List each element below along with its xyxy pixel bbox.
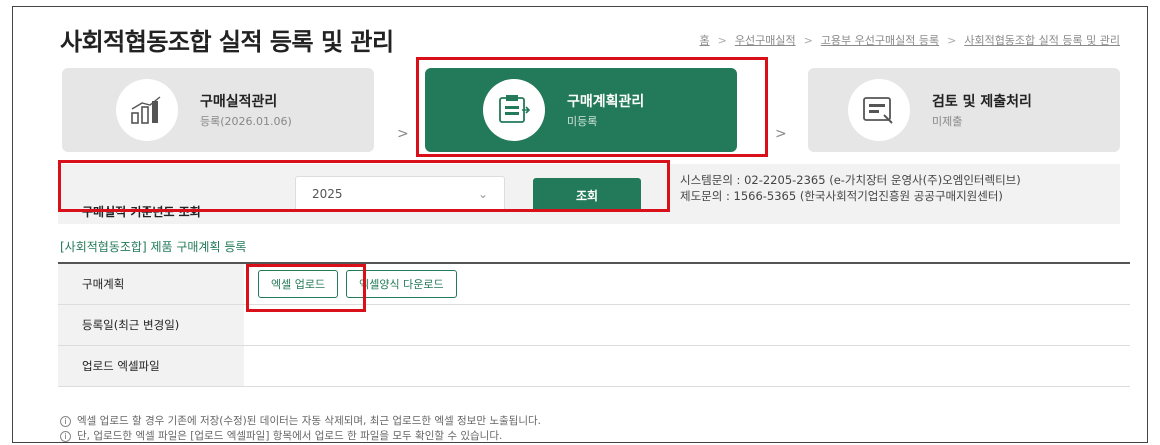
notes: i 엑셀 업로드 할 경우 기존에 저장(수정)된 데이터는 자동 삭제되며, 최… [60,414,541,444]
breadcrumb-current[interactable]: 사회적협동조합 실적 등록 및 관리 [964,32,1120,48]
info-icon: i [60,431,71,442]
step-status: 미제출 [932,115,963,128]
breadcrumb-separator: > [947,33,957,47]
chevron-right-icon: > [775,126,787,142]
page-title: 사회적협동조합 실적 등록 및 관리 [60,28,394,56]
note-item: i 엑셀 업로드 할 경우 기존에 저장(수정)된 데이터는 자동 삭제되며, 최… [60,414,541,429]
highlight-box [246,264,366,312]
note-text: 단, 업로드한 엑셀 파일은 [업로드 엑셀파일] 항목에서 업로드 한 파일을… [77,430,503,442]
step-name: 구매실적관리 [200,94,278,110]
row-label: 업로드 엑셀파일 [58,346,244,386]
info-icon: i [60,416,71,427]
table-row: 업로드 엑셀파일 [58,346,1130,387]
row-value: 엑셀 업로드 엑셀양식 다운로드 [244,270,1130,298]
breadcrumb-labor-ministry[interactable]: 고용부 우선구매실적 등록 [821,32,939,48]
highlight-box [416,57,768,157]
review-icon [848,79,910,141]
step-purchase-record[interactable]: 구매실적관리 등록(2026.01.06) [62,68,374,152]
table-row: 등록일(최근 변경일) [58,305,1130,346]
chart-icon [116,79,178,141]
purchase-plan-table: 구매계획 엑셀 업로드 엑셀양식 다운로드 등록일(최근 변경일) 업로드 엑셀… [58,262,1130,387]
breadcrumb: 홈 > 우선구매실적 > 고용부 우선구매실적 등록 > 사회적협동조합 실적 … [700,32,1121,48]
step-status: 등록(2026.01.06) [200,115,292,128]
policy-contact: 제도문의 : 1566-5365 (한국사회적기업진흥원 공공구매지원센터) [680,189,1003,203]
row-label: 등록일(최근 변경일) [58,305,244,345]
step-name: 검토 및 제출처리 [932,94,1032,110]
table-row: 구매계획 엑셀 업로드 엑셀양식 다운로드 [58,264,1130,305]
contact-info: 시스템문의 : 02-2205-2365 (e-가치장터 운영사(주)오엠인터렉… [680,172,1021,204]
highlight-box [58,160,670,212]
breadcrumb-home[interactable]: 홈 [700,32,710,48]
note-item: i 단, 업로드한 엑셀 파일은 [업로드 엑셀파일] 항목에서 업로드 한 파일… [60,429,541,444]
row-label: 구매계획 [58,264,244,304]
system-contact: 시스템문의 : 02-2205-2365 (e-가치장터 운영사(주)오엠인터렉… [680,173,1021,187]
step-review-submit[interactable]: 검토 및 제출처리 미제출 [808,68,1120,152]
note-text: 엑셀 업로드 할 경우 기존에 저장(수정)된 데이터는 자동 삭제되며, 최근… [77,415,541,427]
breadcrumb-separator: > [803,33,813,47]
section-title: [사회적협동조합] 제품 구매계획 등록 [60,240,247,254]
breadcrumb-separator: > [717,33,727,47]
chevron-right-icon: > [397,126,409,142]
breadcrumb-priority-purchase[interactable]: 우선구매실적 [735,32,796,48]
